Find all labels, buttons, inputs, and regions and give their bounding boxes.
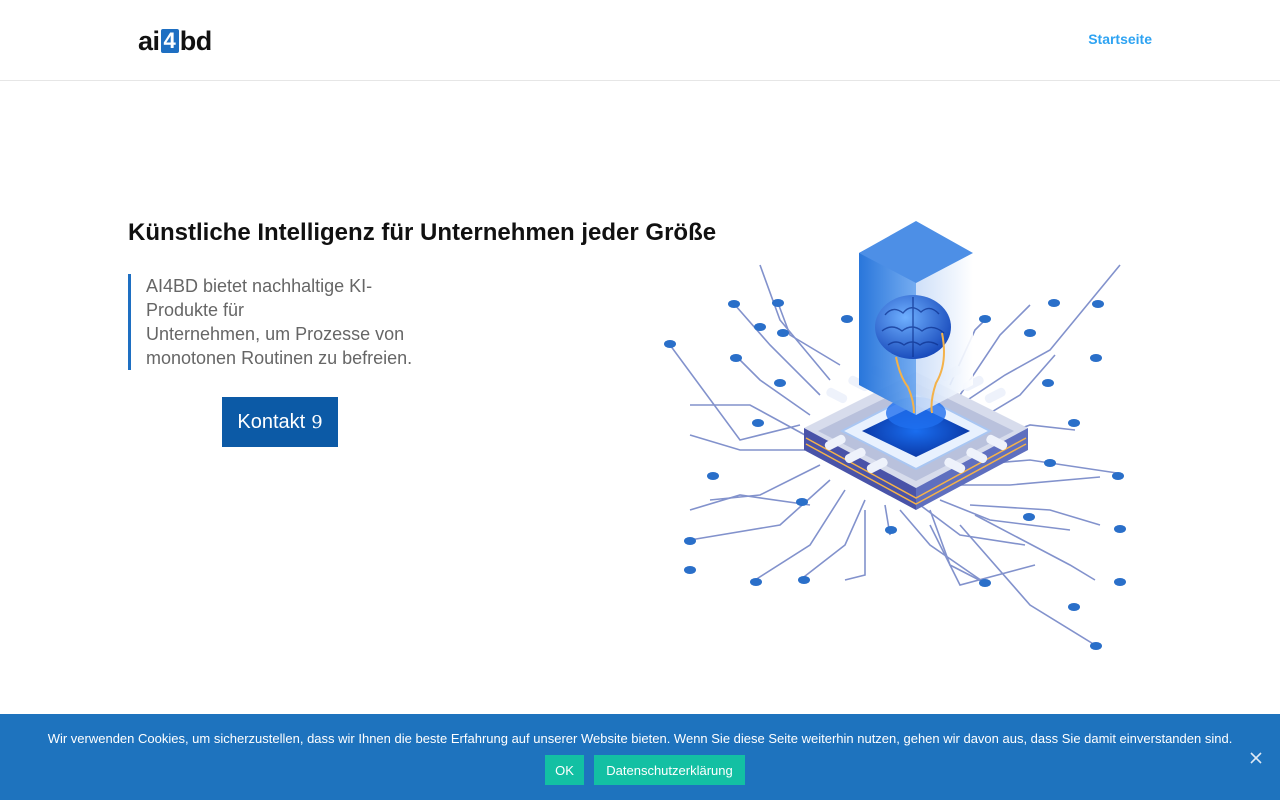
logo-text-ai: ai [138,26,160,56]
hero-quote: AI4BD bietet nachhaltige KI- Produkte fü… [128,274,428,370]
hero-title: Künstliche Intelligenz für Unternehmen j… [128,219,717,246]
cookie-privacy-button[interactable]: Datenschutzerklärung [594,755,745,785]
chat-icon: 9 [311,411,323,433]
ai-chip-brain-illustration [664,115,1126,650]
logo-text-4: 4 [160,29,179,53]
contact-button-label: Kontakt [237,410,306,433]
logo[interactable]: ai 4 bd [138,26,213,56]
site-header: ai 4 bd Startseite [0,0,1280,81]
cookie-bar: Wir verwenden Cookies, um sicherzustelle… [0,714,1280,800]
hero-text-line-4: monotonen Routinen zu befreien. [146,348,413,368]
logo-text-bd: bd [179,26,213,56]
cookie-text: Wir verwenden Cookies, um sicherzustelle… [47,731,1233,746]
close-icon[interactable] [1248,750,1264,766]
hero-text-line-2: Produkte für [146,300,245,320]
hero-text-line-3: Unternehmen, um Prozesse von [146,324,405,344]
page: ai 4 bd Startseite Künstliche Intelligenz … [0,0,1280,800]
nav-link-startseite[interactable]: Startseite [1088,31,1152,47]
cookie-ok-button[interactable]: OK [545,755,584,785]
hero-text-line-1: AI4BD bietet nachhaltige KI- [146,276,373,296]
contact-button[interactable]: Kontakt 9 [222,397,338,447]
